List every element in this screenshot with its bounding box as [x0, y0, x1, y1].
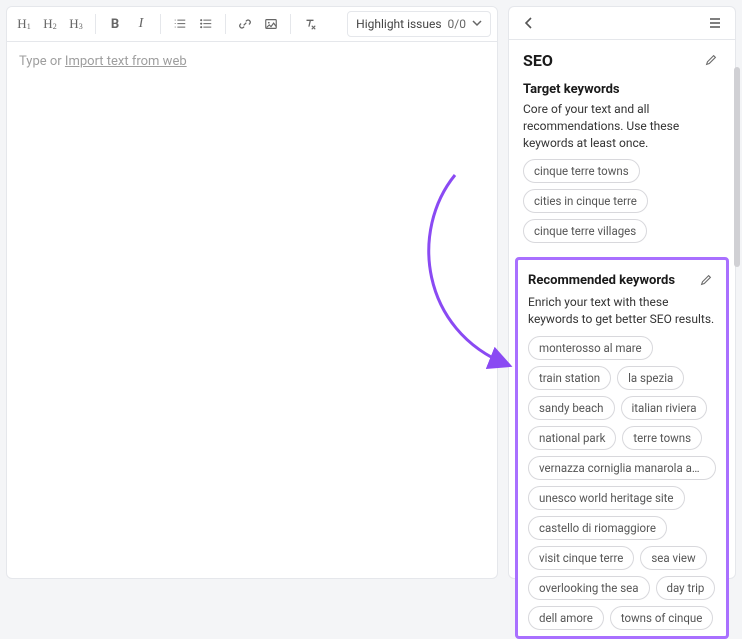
pencil-icon	[704, 53, 718, 67]
ordered-list-button[interactable]	[169, 12, 191, 36]
sidebar-topbar	[509, 7, 735, 40]
target-keywords-section: Target keywords Core of your text and al…	[509, 76, 735, 253]
format-group: B I	[104, 12, 152, 36]
recommended-keywords-desc: Enrich your text with these keywords to …	[528, 294, 716, 328]
insert-group	[234, 12, 282, 36]
unordered-list-button[interactable]	[195, 12, 217, 36]
keyword-chip[interactable]: unesco world heritage site	[528, 486, 685, 510]
import-text-link[interactable]: Import text from web	[65, 54, 187, 69]
keyword-chip[interactable]: cities in cinque terre	[523, 189, 648, 213]
keyword-chip[interactable]: visit cinque terre	[528, 546, 634, 570]
ordered-list-icon	[173, 17, 187, 31]
keyword-chip[interactable]: sandy beach	[528, 396, 615, 420]
keyword-chip[interactable]: vernazza corniglia manarola and ...	[528, 456, 716, 480]
link-button[interactable]	[234, 12, 256, 36]
heading-2-button[interactable]: H2	[39, 12, 61, 36]
hamburger-icon	[708, 16, 722, 30]
keyword-chip[interactable]: sea view	[640, 546, 706, 570]
target-keywords-desc: Core of your text and all recommendation…	[523, 101, 721, 151]
highlight-issues-count: 0/0	[448, 17, 466, 31]
sidebar-menu-button[interactable]	[705, 13, 725, 33]
app-root: H1 H2 H3 B I	[0, 0, 742, 585]
keyword-chip[interactable]: monterosso al mare	[528, 336, 653, 360]
keyword-chip[interactable]: train station	[528, 366, 611, 390]
editor-panel: H1 H2 H3 B I	[6, 6, 498, 579]
image-icon	[264, 17, 278, 31]
recommended-keywords-chips: monterosso al mare train stationla spezia…	[528, 336, 716, 630]
keyword-chip[interactable]: italian riviera	[621, 396, 708, 420]
seo-edit-button[interactable]	[701, 50, 721, 70]
pencil-icon	[699, 273, 713, 287]
heading-1-sub: 1	[27, 22, 31, 31]
bold-button[interactable]: B	[104, 12, 126, 36]
keyword-chip[interactable]: overlooking the sea	[528, 576, 650, 600]
highlight-issues-dropdown[interactable]: Highlight issues 0/0	[347, 11, 491, 37]
heading-3-label: H	[69, 16, 78, 32]
toolbar-separator	[290, 14, 291, 34]
highlight-issues-label: Highlight issues	[356, 17, 441, 31]
target-keywords-heading: Target keywords	[523, 82, 620, 97]
keyword-chip[interactable]: la spezia	[617, 366, 684, 390]
recommended-edit-button[interactable]	[696, 270, 716, 290]
keyword-chip[interactable]: castello di riomaggiore	[528, 516, 667, 540]
clear-format-button[interactable]	[299, 12, 321, 36]
target-keywords-chips: cinque terre towns cities in cinque terre…	[523, 159, 721, 243]
heading-group: H1 H2 H3	[13, 12, 87, 36]
chevron-down-icon	[472, 17, 482, 31]
keyword-chip[interactable]: terre towns	[622, 426, 702, 450]
toolbar-separator	[95, 14, 96, 34]
heading-2-label: H	[43, 16, 52, 32]
sidebar-scrollbar[interactable]	[734, 67, 740, 267]
sidebar-back-button[interactable]	[519, 13, 539, 33]
heading-3-button[interactable]: H3	[65, 12, 87, 36]
heading-1-label: H	[17, 16, 26, 32]
keyword-chip[interactable]: cinque terre towns	[523, 159, 640, 183]
keyword-chip[interactable]: dell amore	[528, 606, 604, 630]
editor-toolbar: H1 H2 H3 B I	[7, 7, 497, 42]
unordered-list-icon	[199, 17, 213, 31]
italic-button[interactable]: I	[130, 12, 152, 36]
toolbar-separator	[160, 14, 161, 34]
sidebar-header: SEO	[509, 40, 735, 76]
link-icon	[238, 17, 252, 31]
heading-2-sub: 2	[53, 22, 57, 31]
recommended-keywords-section: Recommended keywords Enrich your text wi…	[515, 257, 729, 639]
sidebar-title: SEO	[523, 51, 553, 70]
list-group	[169, 12, 217, 36]
heading-1-button[interactable]: H1	[13, 12, 35, 36]
editor-body[interactable]: Type or Import text from web	[7, 42, 497, 578]
chevron-left-icon	[523, 17, 535, 29]
recommended-keywords-heading: Recommended keywords	[528, 273, 675, 288]
image-button[interactable]	[260, 12, 282, 36]
clear-format-icon	[303, 17, 317, 31]
editor-placeholder-prefix: Type or	[19, 54, 65, 69]
keyword-chip[interactable]: day trip	[656, 576, 716, 600]
heading-3-sub: 3	[79, 22, 83, 31]
toolbar-separator	[225, 14, 226, 34]
seo-sidebar: SEO Target keywords Core of your text an…	[508, 6, 736, 579]
keyword-chip[interactable]: cinque terre villages	[523, 219, 647, 243]
keyword-chip[interactable]: national park	[528, 426, 616, 450]
keyword-chip[interactable]: towns of cinque	[610, 606, 714, 630]
